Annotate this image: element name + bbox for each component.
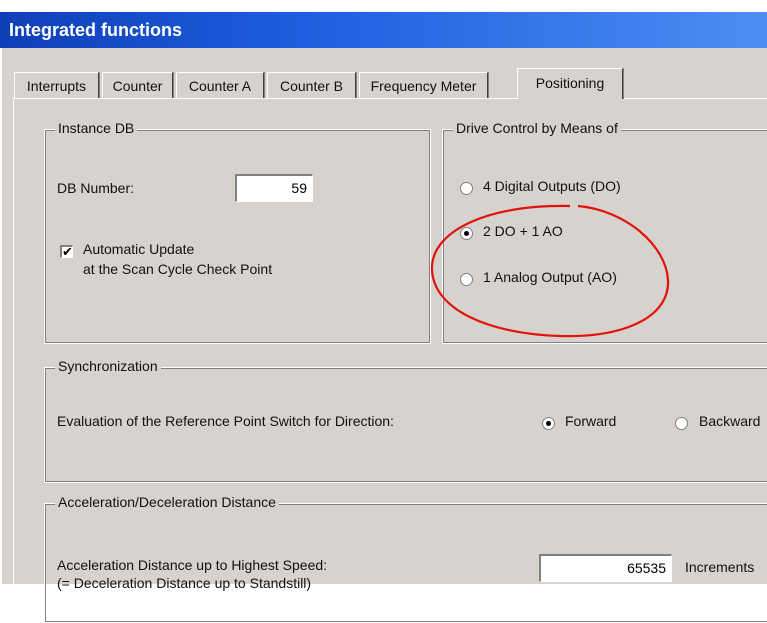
tab-counter-b[interactable]: Counter B (267, 72, 356, 98)
radio-4-digital-outputs[interactable] (460, 182, 473, 195)
acceleration-distance-input[interactable]: 65535 (539, 554, 672, 582)
radio-forward-label: Forward (565, 413, 617, 429)
db-number-input[interactable]: 59 (235, 174, 313, 202)
tab-positioning[interactable]: Positioning (517, 68, 623, 99)
tab-interrupts[interactable]: Interrupts (14, 72, 99, 98)
drive-control-group: Drive Control by Means of 4 Digital Outp… (442, 120, 767, 344)
radio-backward-label: Backward (699, 413, 761, 429)
positioning-panel: Instance DB DB Number: 59 ✔ Automatic Up… (13, 98, 767, 623)
instance-db-group: Instance DB DB Number: 59 ✔ Automatic Up… (44, 120, 431, 344)
radio-4-digital-outputs-label: 4 Digital Outputs (DO) (483, 178, 621, 194)
auto-update-label-line2: at the Scan Cycle Check Point (83, 261, 273, 277)
acceleration-distance-label-line2: (= Deceleration Distance up to Standstil… (57, 575, 312, 591)
tab-counter[interactable]: Counter (102, 72, 173, 98)
reference-point-eval-label: Evaluation of the Reference Point Switch… (57, 413, 394, 429)
acceleration-title: Acceleration/Deceleration Distance (55, 494, 279, 510)
acceleration-group: Acceleration/Deceleration Distance Accel… (44, 494, 767, 623)
radio-backward[interactable] (675, 417, 688, 430)
drive-control-title: Drive Control by Means of (453, 120, 621, 136)
instance-db-title: Instance DB (55, 120, 138, 136)
radio-2do-1ao[interactable] (460, 227, 473, 240)
synchronization-title: Synchronization (55, 358, 161, 374)
radio-1-analog-output-label: 1 Analog Output (AO) (483, 269, 617, 285)
tab-counter-a[interactable]: Counter A (176, 72, 264, 98)
increments-unit-label: Increments (685, 559, 755, 575)
tab-frequency-meter[interactable]: Frequency Meter (359, 72, 488, 98)
radio-forward[interactable] (542, 417, 555, 430)
radio-1-analog-output[interactable] (460, 273, 473, 286)
db-number-label: DB Number: (57, 180, 135, 196)
window-titlebar: Integrated functions (0, 12, 767, 48)
radio-2do-1ao-label: 2 DO + 1 AO (483, 223, 563, 239)
window-title: Integrated functions (9, 20, 183, 40)
acceleration-distance-label: Acceleration Distance up to Highest Spee… (57, 557, 328, 573)
dialog-body: Interrupts Counter Counter A Counter B F… (0, 48, 767, 623)
auto-update-checkbox[interactable]: ✔ (60, 245, 73, 258)
synchronization-group: Synchronization Evaluation of the Refere… (44, 358, 767, 483)
auto-update-label: Automatic Update (83, 241, 195, 257)
